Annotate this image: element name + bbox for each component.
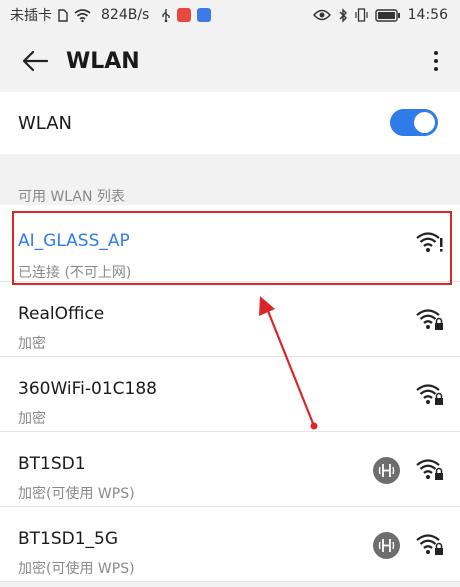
status-bar-right: 14:56	[312, 7, 460, 23]
wps-icon[interactable]	[373, 532, 400, 559]
wlan-toggle-row[interactable]: WLAN	[0, 92, 460, 154]
network-status: 加密	[18, 411, 46, 427]
network-name: RealOffice	[18, 304, 105, 324]
more-options-button[interactable]	[426, 44, 446, 78]
network-item-360wifi[interactable]: 360WiFi-01C188 加密	[0, 357, 460, 432]
wifi-lock-icon	[416, 459, 443, 480]
battery-icon	[374, 8, 401, 22]
page-title: WLAN	[66, 48, 140, 74]
more-vertical-icon	[434, 51, 438, 55]
network-item-bt1sd1[interactable]: BT1SD1 加密(可使用 WPS)	[0, 432, 460, 507]
wlan-toggle-switch[interactable]	[390, 109, 438, 136]
clock: 14:56	[407, 7, 448, 23]
wlan-toggle-label: WLAN	[18, 112, 73, 134]
sim-card-icon	[58, 8, 68, 22]
shield-app-icon	[197, 8, 212, 22]
status-bar-left: 未插卡 824B/s	[0, 5, 212, 25]
network-list: AI_GLASS_AP 已连接 (不可上网) RealOffice 加密 360…	[0, 205, 460, 582]
network-item-ai-glass-ap[interactable]: AI_GLASS_AP 已连接 (不可上网)	[0, 205, 460, 282]
app-notification-icon	[177, 8, 192, 22]
wifi-lock-icon	[416, 309, 443, 330]
network-item-bt1sd1-5g[interactable]: BT1SD1_5G 加密(可使用 WPS)	[0, 507, 460, 582]
eye-icon	[312, 9, 331, 21]
arrow-left-icon	[22, 50, 48, 72]
network-name: 360WiFi-01C188	[18, 379, 157, 399]
wifi-lock-icon	[416, 534, 443, 555]
wps-icon[interactable]	[373, 457, 400, 484]
toggle-knob	[414, 112, 435, 133]
bluetooth-icon	[338, 7, 348, 23]
vibrate-icon	[355, 8, 368, 22]
status-bar: 未插卡 824B/s 14:56	[0, 0, 460, 30]
network-speed: 824B/s	[101, 7, 150, 23]
network-status: 加密(可使用 WPS)	[18, 561, 135, 577]
network-name: BT1SD1_5G	[18, 529, 119, 549]
network-name: BT1SD1	[18, 454, 86, 474]
wifi-lock-icon	[416, 384, 443, 405]
network-name: AI_GLASS_AP	[18, 231, 130, 251]
back-button[interactable]	[12, 38, 58, 84]
network-status: 已连接 (不可上网)	[18, 265, 132, 281]
network-item-realoffice[interactable]: RealOffice 加密	[0, 282, 460, 357]
network-status: 加密	[18, 336, 46, 352]
available-networks-header: 可用 WLAN 列表	[18, 189, 125, 205]
wifi-alert-icon	[416, 232, 443, 252]
carrier-text: 未插卡	[10, 8, 52, 24]
usb-icon	[161, 8, 171, 22]
app-bar: WLAN	[0, 30, 460, 92]
network-status: 加密(可使用 WPS)	[18, 486, 135, 502]
wifi-status-icon	[74, 8, 91, 22]
